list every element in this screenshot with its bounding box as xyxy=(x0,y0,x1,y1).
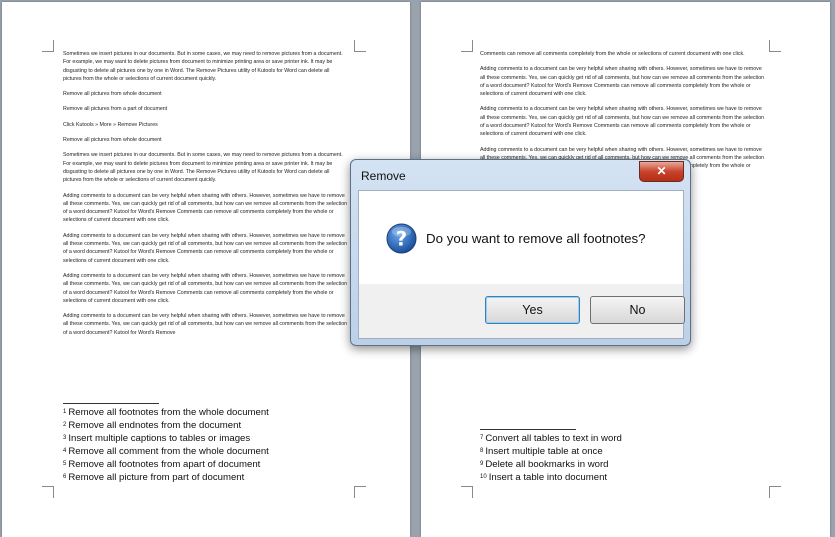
no-button[interactable]: No xyxy=(590,296,685,324)
page-corner-mark xyxy=(461,40,473,52)
footnote-item: 1 Remove all footnotes from the whole doc… xyxy=(63,406,269,419)
footnote-number: 9 xyxy=(480,461,484,467)
footnote-item: 3 Insert multiple captions to tables or i… xyxy=(63,432,269,445)
page-corner-mark xyxy=(42,40,54,52)
close-button[interactable]: ✕ xyxy=(639,161,684,182)
body-paragraph: Remove all pictures from whole document xyxy=(63,91,162,98)
dialog-message-area: ? Do you want to remove all footnotes? xyxy=(359,191,683,284)
page-corner-mark xyxy=(461,486,473,498)
footnote-item: 8 Insert multiple table at once xyxy=(480,445,622,458)
footnote-number: 7 xyxy=(480,435,484,441)
body-paragraph: Remove all pictures from whole document xyxy=(63,137,162,144)
yes-button[interactable]: Yes xyxy=(485,296,580,324)
document-page-left: Sometimes we insert pictures in our docu… xyxy=(2,2,410,537)
footnote-separator xyxy=(63,403,159,404)
footnote-text: Remove all comment from the whole docume… xyxy=(68,446,269,457)
page-corner-mark xyxy=(354,40,366,52)
footnote-number: 1 xyxy=(63,409,67,415)
body-paragraph: Adding comments to a document can be ver… xyxy=(480,66,766,98)
body-paragraph: Remove all pictures from a part of docum… xyxy=(63,106,168,113)
footnote-text: Delete all bookmarks in word xyxy=(485,459,609,470)
left-footnotes: 1 Remove all footnotes from the whole doc… xyxy=(63,406,269,484)
footnote-number: 10 xyxy=(480,474,487,480)
left-page-body-text[interactable]: Sometimes we insert pictures in our docu… xyxy=(63,50,348,344)
footnote-text: Remove all footnotes from the whole docu… xyxy=(68,407,269,418)
dialog-message: Do you want to remove all footnotes? xyxy=(426,231,646,246)
footnote-number: 5 xyxy=(63,461,67,467)
footnote-item: 9 Delete all bookmarks in word xyxy=(480,458,622,471)
question-icon: ? xyxy=(386,223,417,254)
page-corner-mark xyxy=(42,486,54,498)
dialog-content: ? Do you want to remove all footnotes? Y… xyxy=(358,190,685,339)
footnote-text: Insert a table into document xyxy=(488,472,608,483)
page-corner-mark xyxy=(769,486,781,498)
body-paragraph: Adding comments to a document can be ver… xyxy=(480,106,766,138)
remove-dialog: Remove ✕ ? Do you want to remove all foo… xyxy=(350,159,691,346)
page-corner-mark xyxy=(354,486,366,498)
body-paragraph: Click Kutools » More » Remove Pictures xyxy=(63,121,158,128)
footnote-item: 6 Remove all picture from part of documen… xyxy=(63,471,269,484)
footnote-item: 7 Convert all tables to text in word xyxy=(480,432,622,445)
footnote-number: 2 xyxy=(63,422,67,428)
dialog-title: Remove xyxy=(361,169,406,183)
footnote-text: Insert multiple table at once xyxy=(485,446,603,457)
footnote-separator xyxy=(480,429,576,430)
body-paragraph: Adding comments to a document can be ver… xyxy=(63,313,349,336)
footnote-item: 10 Insert a table into document xyxy=(480,471,622,484)
body-paragraph: Comments can remove all comments complet… xyxy=(480,51,745,57)
footnote-number: 8 xyxy=(480,448,484,454)
footnote-item: 4 Remove all comment from the whole docum… xyxy=(63,445,269,458)
footnote-text: Remove all endnotes from the document xyxy=(68,420,242,431)
footnote-number: 3 xyxy=(63,435,67,441)
svg-text:?: ? xyxy=(396,227,407,250)
footnote-item: 5 Remove all footnotes from apart of docu… xyxy=(63,458,269,471)
page-corner-mark xyxy=(769,40,781,52)
body-paragraph: Adding comments to a document can be ver… xyxy=(63,232,349,264)
footnote-number: 4 xyxy=(63,448,67,454)
footnote-text: Insert multiple captions to tables or im… xyxy=(68,433,251,444)
right-footnotes: 7 Convert all tables to text in word 8 Inse… xyxy=(480,432,622,484)
body-paragraph: Sometimes we insert pictures in our docu… xyxy=(63,51,345,82)
body-paragraph: Sometimes we insert pictures in our docu… xyxy=(63,152,345,184)
body-paragraph: Adding comments to a document can be ver… xyxy=(63,272,349,304)
footnote-text: Remove all picture from part of document xyxy=(68,472,245,483)
footnote-text: Remove all footnotes from apart of docum… xyxy=(68,459,261,470)
footnote-text: Convert all tables to text in word xyxy=(485,433,622,444)
body-paragraph: Adding comments to a document can be ver… xyxy=(63,192,349,224)
footnote-item: 2 Remove all endnotes from the document xyxy=(63,419,269,432)
footnote-number: 6 xyxy=(63,474,67,480)
